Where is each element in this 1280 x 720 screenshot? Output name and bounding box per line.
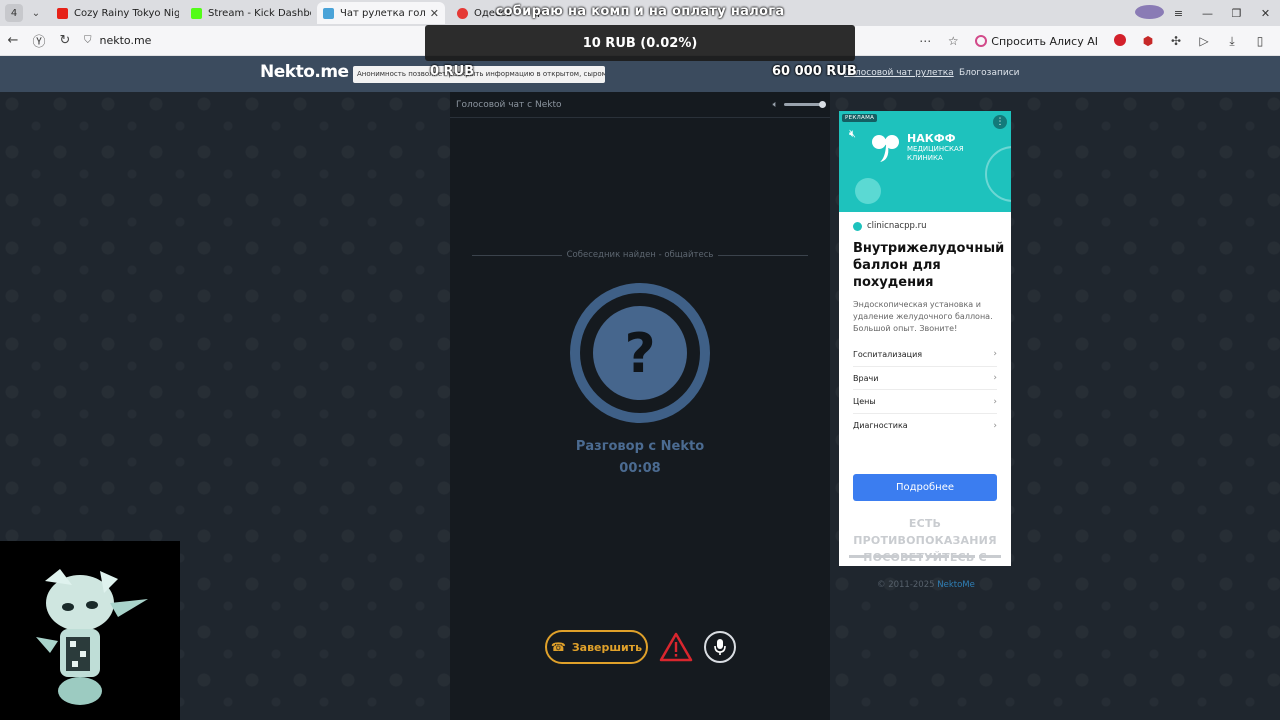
- microphone-icon: [714, 639, 726, 655]
- ad-more-button[interactable]: Подробнее: [853, 474, 997, 501]
- end-call-label: Завершить: [571, 640, 643, 654]
- extension-red-icon[interactable]: [1106, 33, 1134, 49]
- downloads-icon[interactable]: ⤓: [1218, 34, 1246, 49]
- ask-alice-label: Спросить Алису AI: [991, 34, 1098, 48]
- toolbar-right: ⋯ ☆ Спросить Алису AI ⬢ ✣ ▷ ⤓ ▯: [911, 26, 1274, 56]
- ad-link-label: Цены: [853, 397, 876, 407]
- divider-line: [718, 254, 808, 256]
- ad-link-label: Врачи: [853, 373, 879, 383]
- ad-label: РЕКЛАМА: [842, 114, 878, 122]
- end-call-button[interactable]: ☎ Завершить: [545, 630, 648, 664]
- anonymity-notice: Анонимность позволяет раскрыть информаци…: [353, 66, 605, 83]
- donation-amount: 10 RUB (0.02%): [582, 35, 698, 51]
- url-text: nekto.me: [99, 34, 152, 47]
- animated-avatar-image: [0, 541, 180, 720]
- ad-link-label: Диагностика: [853, 421, 908, 431]
- alice-icon: [975, 35, 988, 47]
- call-timer: 00:08: [619, 461, 661, 476]
- microphone-button[interactable]: [704, 631, 736, 663]
- clinic-logo-icon: [872, 135, 899, 162]
- more-icon[interactable]: ⋯: [911, 34, 939, 48]
- ad-link-diagnostics[interactable]: Диагностика ›: [853, 414, 997, 438]
- chat-title: Голосовой чат с Nekto: [456, 99, 562, 110]
- site-info-icon[interactable]: ⛉: [84, 35, 92, 46]
- reload-icon[interactable]: ↻: [52, 33, 78, 48]
- speaker-icon[interactable]: 🔈︎: [773, 100, 778, 110]
- ad-brand: НАКФФ: [907, 132, 956, 145]
- ad-warning-line-1: ЕСТЬ ПРОТИВОПОКАЗАНИЯ: [853, 517, 997, 547]
- dash: [875, 555, 897, 558]
- copyright-text: © 2011-2025: [877, 580, 935, 590]
- ad-domain[interactable]: clinicnacpp.ru: [853, 221, 926, 231]
- dash: [953, 555, 975, 558]
- divider-line: [472, 254, 562, 256]
- ad-domain-text: clinicnacpp.ru: [867, 221, 927, 231]
- volume-slider[interactable]: [784, 101, 826, 108]
- voice-chat-panel: Голосовой чат с Nekto 🔈︎ Собеседник найд…: [450, 92, 830, 720]
- chevron-right-icon: ›: [993, 396, 997, 407]
- report-warning-icon[interactable]: [659, 631, 693, 663]
- nav-voice-chat-link[interactable]: Голосовой чат рулетка: [844, 68, 954, 78]
- status-divider: Собеседник найден - общайтесь: [472, 250, 808, 260]
- chevron-right-icon: ›: [993, 373, 997, 384]
- dash: [849, 555, 871, 558]
- chat-header: Голосовой чат с Nekto 🔈︎: [450, 92, 830, 118]
- partner-found-status: Собеседник найден - общайтесь: [566, 250, 714, 260]
- ad-link-prices[interactable]: Цены ›: [853, 390, 997, 415]
- back-icon[interactable]: ←: [0, 33, 26, 48]
- partner-avatar: ?: [570, 283, 710, 423]
- volume-control[interactable]: 🔈︎: [773, 100, 826, 110]
- dash: [927, 555, 949, 558]
- ad-more-options-icon[interactable]: ⋮: [993, 115, 1007, 129]
- streamer-avatar-overlay: [0, 541, 180, 720]
- mute-icon[interactable]: 🔇︎: [849, 127, 856, 141]
- ad-brand-sub: МЕДИЦИНСКАЯ КЛИНИКА: [907, 145, 964, 162]
- phone-hangup-icon: ☎: [550, 640, 566, 654]
- yandex-icon[interactable]: Ⓨ: [26, 31, 52, 50]
- advertisement[interactable]: РЕКЛАМА ⋮ 🔇︎ НАКФФ МЕДИЦИНСКАЯ КЛИНИКА c…: [839, 111, 1011, 566]
- goal-target-amount: 60 000 RUB: [772, 64, 857, 79]
- decor-circle: [855, 178, 881, 204]
- dash: [901, 555, 923, 558]
- dash: [979, 555, 1001, 558]
- chevron-right-icon: ›: [993, 420, 997, 431]
- sidebar-icon[interactable]: ▯: [1246, 34, 1274, 48]
- site-logo[interactable]: Nekto.me: [260, 62, 349, 82]
- question-mark-icon: ?: [593, 306, 687, 400]
- ask-alice-button[interactable]: Спросить Алису AI: [975, 35, 1098, 48]
- extension-shield-icon[interactable]: ⬢: [1134, 34, 1162, 48]
- donation-alert: 10 RUB (0.02%): [425, 25, 855, 61]
- goal-current-amount: 0 RUB: [430, 64, 475, 79]
- donation-goal-title: собираю на комп и на оплату налога: [495, 4, 785, 19]
- extensions-puzzle-icon[interactable]: ✣: [1162, 34, 1190, 48]
- avatar-ring: ?: [580, 293, 700, 413]
- copyright: © 2011-2025 NektoMe: [877, 580, 975, 590]
- ad-bottom-dashes: [849, 555, 1001, 559]
- volume-slider-handle[interactable]: [819, 101, 826, 108]
- nav-blog-link[interactable]: Блогозаписи: [959, 68, 1020, 78]
- ad-banner[interactable]: РЕКЛАМА ⋮ 🔇︎ НАКФФ МЕДИЦИНСКАЯ КЛИНИКА: [839, 111, 1011, 212]
- url-field[interactable]: ⛉ nekto.me: [84, 34, 151, 47]
- decor-ring: [985, 146, 1011, 202]
- ad-link-label: Госпитализация: [853, 349, 923, 359]
- chevron-right-icon: ›: [993, 349, 997, 360]
- site-header: Nekto.me Анонимность позволяет раскрыть …: [0, 56, 1280, 92]
- media-control-icon[interactable]: ▷: [1190, 34, 1218, 48]
- ad-sitelinks: Госпитализация › Врачи › Цены › Диагностика…: [853, 343, 997, 438]
- ad-link-hospitalization[interactable]: Госпитализация ›: [853, 343, 997, 367]
- domain-favicon-icon: [853, 221, 862, 231]
- bookmark-icon[interactable]: ☆: [939, 34, 967, 48]
- ad-headline[interactable]: Внутрижелудочный баллон для похудения: [853, 240, 1004, 291]
- nektome-link[interactable]: NektoMe: [937, 580, 975, 590]
- talk-label: Разговор с Nekto: [575, 439, 705, 454]
- ad-link-doctors[interactable]: Врачи ›: [853, 367, 997, 391]
- ad-description: Эндоскопическая установка и удаление жел…: [853, 300, 993, 333]
